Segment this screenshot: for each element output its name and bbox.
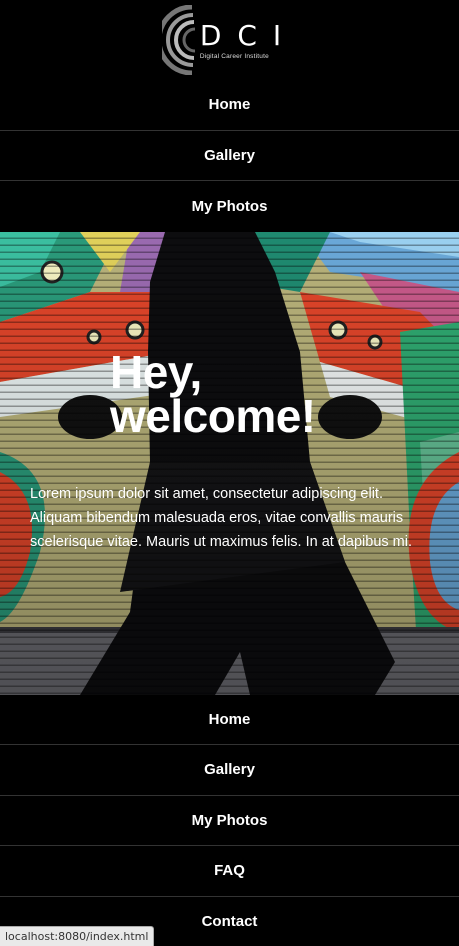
browser-status-bar: localhost:8080/index.html [0, 926, 155, 946]
footer-nav-item-my-photos[interactable]: My Photos [0, 796, 459, 846]
nav-item-home[interactable]: Home [0, 80, 459, 131]
nav-item-my-photos[interactable]: My Photos [0, 181, 459, 232]
top-nav: Home Gallery My Photos [0, 80, 459, 232]
nav-item-gallery[interactable]: Gallery [0, 131, 459, 181]
hero-background-image [0, 231, 459, 695]
footer-nav: Home Gallery My Photos FAQ Contact [0, 694, 459, 946]
logo-subtitle: Digital Career Institute [199, 52, 269, 60]
hero-title: Hey, welcome! [110, 349, 316, 439]
hero-paragraph: Lorem ipsum dolor sit amet, consectetur … [30, 485, 412, 550]
header: DCI Digital Career Institute [0, 0, 459, 80]
footer-nav-item-gallery[interactable]: Gallery [0, 745, 459, 796]
logo-arc-icon [161, 5, 195, 75]
hero-section: Hey, welcome! Lorem ipsum dolor sit amet… [0, 231, 459, 695]
footer-nav-item-faq[interactable]: FAQ [0, 846, 459, 897]
hero-title-line-2: welcome! [110, 389, 316, 442]
footer-nav-item-home[interactable]: Home [0, 695, 459, 745]
dci-logo[interactable]: DCI Digital Career Institute [161, 5, 298, 75]
logo-letters: DCI [199, 18, 298, 52]
